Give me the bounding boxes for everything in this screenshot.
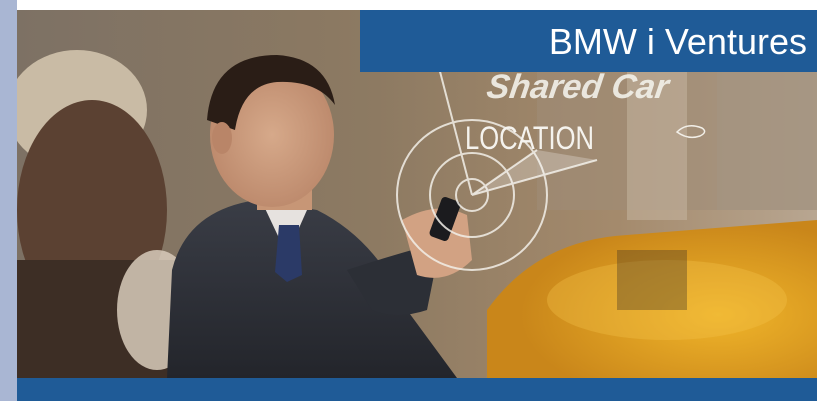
title-banner: BMW i Ventures	[360, 10, 817, 72]
left-accent-strip	[0, 0, 17, 401]
overlay-heading: Shared Car	[484, 68, 672, 106]
bottom-accent-band	[17, 378, 817, 401]
slide: Shared Car LOCATION BMW i Ventures	[0, 0, 817, 401]
slide-title: BMW i Ventures	[548, 21, 807, 62]
overlay-location-label: LOCATION	[465, 120, 594, 156]
